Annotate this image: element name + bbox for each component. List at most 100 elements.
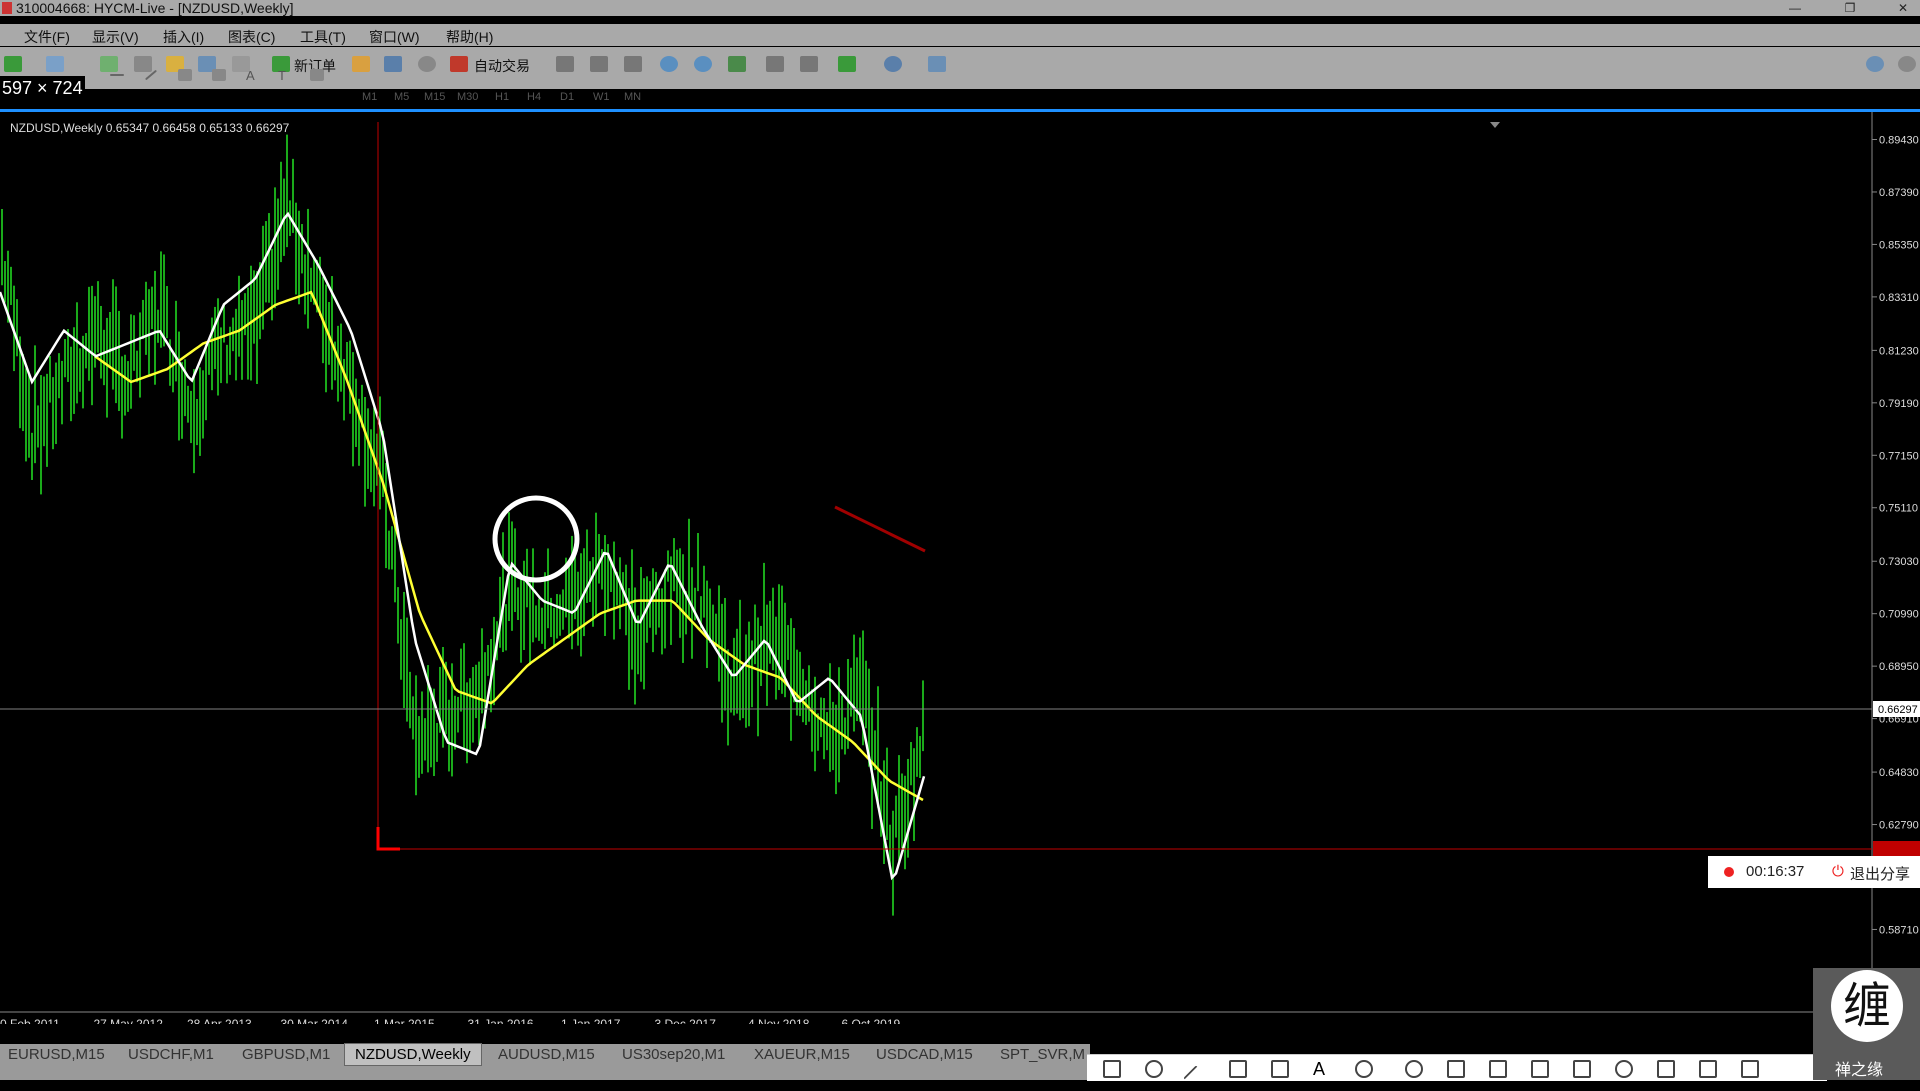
record-icon[interactable] xyxy=(1615,1060,1633,1078)
metaeditor-icon[interactable] xyxy=(352,56,370,72)
data-window-icon[interactable] xyxy=(134,56,152,72)
signals-icon[interactable] xyxy=(384,56,402,72)
timeframe-m15[interactable]: M15 xyxy=(424,91,445,103)
auto-trading-icon[interactable] xyxy=(450,56,468,72)
fibo-icon[interactable] xyxy=(212,69,226,81)
pen-tool-icon[interactable] xyxy=(1229,1060,1247,1078)
tab-spt-svr[interactable]: SPT_SVR,M xyxy=(1000,1046,1085,1063)
restore-button[interactable]: ❐ xyxy=(1835,0,1865,16)
tab-gbpusd-m1[interactable]: GBPUSD,M1 xyxy=(242,1046,330,1063)
date-label: 31 Jan 2016 xyxy=(468,1017,534,1024)
tab-us30sep20-m1[interactable]: US30sep20,M1 xyxy=(622,1046,725,1063)
logo-glyph: 缠 xyxy=(1831,970,1903,1042)
market-watch-icon[interactable] xyxy=(100,56,118,72)
undo-icon[interactable] xyxy=(1405,1060,1423,1078)
price-level-label: 0.73030 xyxy=(1879,556,1919,568)
support-price-tag xyxy=(1873,841,1920,857)
recording-timer: 00:16:37 xyxy=(1746,863,1805,880)
stop-sharing-button[interactable]: 退出分享 xyxy=(1850,863,1910,884)
date-label: 1 Jan 2017 xyxy=(561,1017,621,1024)
timeframe-m5[interactable]: M5 xyxy=(394,91,409,103)
chat-icon[interactable] xyxy=(1898,56,1916,72)
ocr-icon[interactable] xyxy=(1447,1060,1465,1078)
menu-window[interactable]: 窗口(W) xyxy=(369,27,420,47)
number-tool-icon[interactable] xyxy=(1355,1060,1373,1078)
menu-insert[interactable]: 插入(I) xyxy=(163,27,204,47)
zoom-in-icon[interactable] xyxy=(660,56,678,72)
price-level-label: 0.64830 xyxy=(1879,767,1919,779)
price-level-label: 0.79190 xyxy=(1879,398,1919,410)
save-icon[interactable] xyxy=(1741,1060,1759,1078)
logo-label: 禅之缘 xyxy=(1835,1062,1884,1079)
price-level-label: 0.77150 xyxy=(1879,450,1919,462)
menu-file[interactable]: 文件(F) xyxy=(24,27,70,47)
globe-icon[interactable] xyxy=(418,56,436,72)
price-level-label: 0.58710 xyxy=(1879,924,1919,936)
more-icon[interactable] xyxy=(1783,1060,1801,1078)
rectangle-tool-icon[interactable] xyxy=(1103,1060,1121,1078)
window-title: 310004668: HYCM-Live - [NZDUSD,Weekly] xyxy=(16,0,294,16)
price-level-label: 0.75110 xyxy=(1879,503,1918,515)
zoom-out-icon[interactable] xyxy=(694,56,712,72)
auto-trading-button[interactable]: 自动交易 xyxy=(474,56,530,76)
indicators-icon[interactable] xyxy=(838,56,856,72)
candlestick-icon[interactable] xyxy=(590,56,608,72)
ellipse-tool-icon[interactable] xyxy=(1145,1060,1163,1078)
periods-icon[interactable] xyxy=(884,56,902,72)
price-level-label: 0.62790 xyxy=(1879,820,1919,832)
timeframe-mn[interactable]: MN xyxy=(624,91,641,103)
text-tool-icon[interactable]: A xyxy=(246,68,255,83)
timeframe-m1[interactable]: M1 xyxy=(362,91,377,103)
watermark-logo: 缠 禅之缘 xyxy=(1813,968,1920,1080)
tab-eurusd-m15[interactable]: EURUSD,M15 xyxy=(8,1046,105,1063)
mosaic-tool-icon[interactable] xyxy=(1271,1060,1289,1078)
timeframe-h1[interactable]: H1 xyxy=(495,91,509,103)
long-screenshot-icon[interactable] xyxy=(1531,1060,1549,1078)
price-level-label: 0.85350 xyxy=(1879,239,1919,251)
autoscroll-icon[interactable] xyxy=(766,56,784,72)
window-title-bar: 310004668: HYCM-Live - [NZDUSD,Weekly] —… xyxy=(0,0,1920,16)
new-chart-icon[interactable] xyxy=(4,56,22,72)
power-icon: ⏻ xyxy=(1832,863,1844,880)
tab-usdchf-m1[interactable]: USDCHF,M1 xyxy=(128,1046,214,1063)
price-level-label: 0.87390 xyxy=(1879,187,1919,199)
menu-charts[interactable]: 图表(C) xyxy=(228,27,275,47)
profiles-icon[interactable] xyxy=(46,56,64,72)
app-icon xyxy=(2,2,12,14)
date-label: 30 Mar 2014 xyxy=(281,1017,349,1024)
timeframe-h4[interactable]: H4 xyxy=(527,91,541,103)
arrow-tool-icon[interactable] xyxy=(1183,1065,1209,1091)
tab-nzdusd-weekly[interactable]: NZDUSD,Weekly xyxy=(344,1043,482,1066)
close-button[interactable]: ✕ xyxy=(1888,0,1918,16)
timeframe-w1[interactable]: W1 xyxy=(593,91,610,103)
timeframe-m30[interactable]: M30 xyxy=(457,91,478,103)
chart-shift-icon[interactable] xyxy=(800,56,818,72)
tab-xaueur-m15[interactable]: XAUEUR,M15 xyxy=(754,1046,850,1063)
arrows-icon[interactable] xyxy=(310,69,324,81)
price-chart[interactable]: NZDUSD,Weekly 0.65347 0.66458 0.65133 0.… xyxy=(0,112,1920,1024)
tile-windows-icon[interactable] xyxy=(728,56,746,72)
search-icon[interactable] xyxy=(1866,56,1884,72)
bar-chart-icon[interactable] xyxy=(556,56,574,72)
date-label: 1 Mar 2015 xyxy=(374,1017,435,1024)
channel-icon[interactable] xyxy=(178,69,192,81)
minimize-button[interactable]: — xyxy=(1780,0,1810,16)
menu-view[interactable]: 显示(V) xyxy=(92,27,139,47)
tab-audusd-m15[interactable]: AUDUSD,M15 xyxy=(498,1046,595,1063)
download-icon[interactable] xyxy=(1657,1060,1675,1078)
menu-tools[interactable]: 工具(T) xyxy=(300,27,346,47)
main-toolbar: 新订单 自动交易 A T xyxy=(0,47,1920,89)
menu-help[interactable]: 帮助(H) xyxy=(446,27,493,47)
horizontal-line-icon[interactable] xyxy=(110,74,124,76)
price-level-label: 0.68950 xyxy=(1879,661,1919,673)
current-price-label: 0.66297 xyxy=(1878,704,1918,716)
text-tool-icon[interactable]: A xyxy=(1313,1060,1331,1078)
timeframe-d1[interactable]: D1 xyxy=(560,91,574,103)
bookmark-icon[interactable] xyxy=(1699,1060,1717,1078)
text-label-icon[interactable]: T xyxy=(278,68,286,83)
translate-icon[interactable] xyxy=(1489,1060,1507,1078)
tab-usdcad-m15[interactable]: USDCAD,M15 xyxy=(876,1046,973,1063)
templates-icon[interactable] xyxy=(928,56,946,72)
line-chart-icon[interactable] xyxy=(624,56,642,72)
pin-icon[interactable] xyxy=(1573,1060,1591,1078)
